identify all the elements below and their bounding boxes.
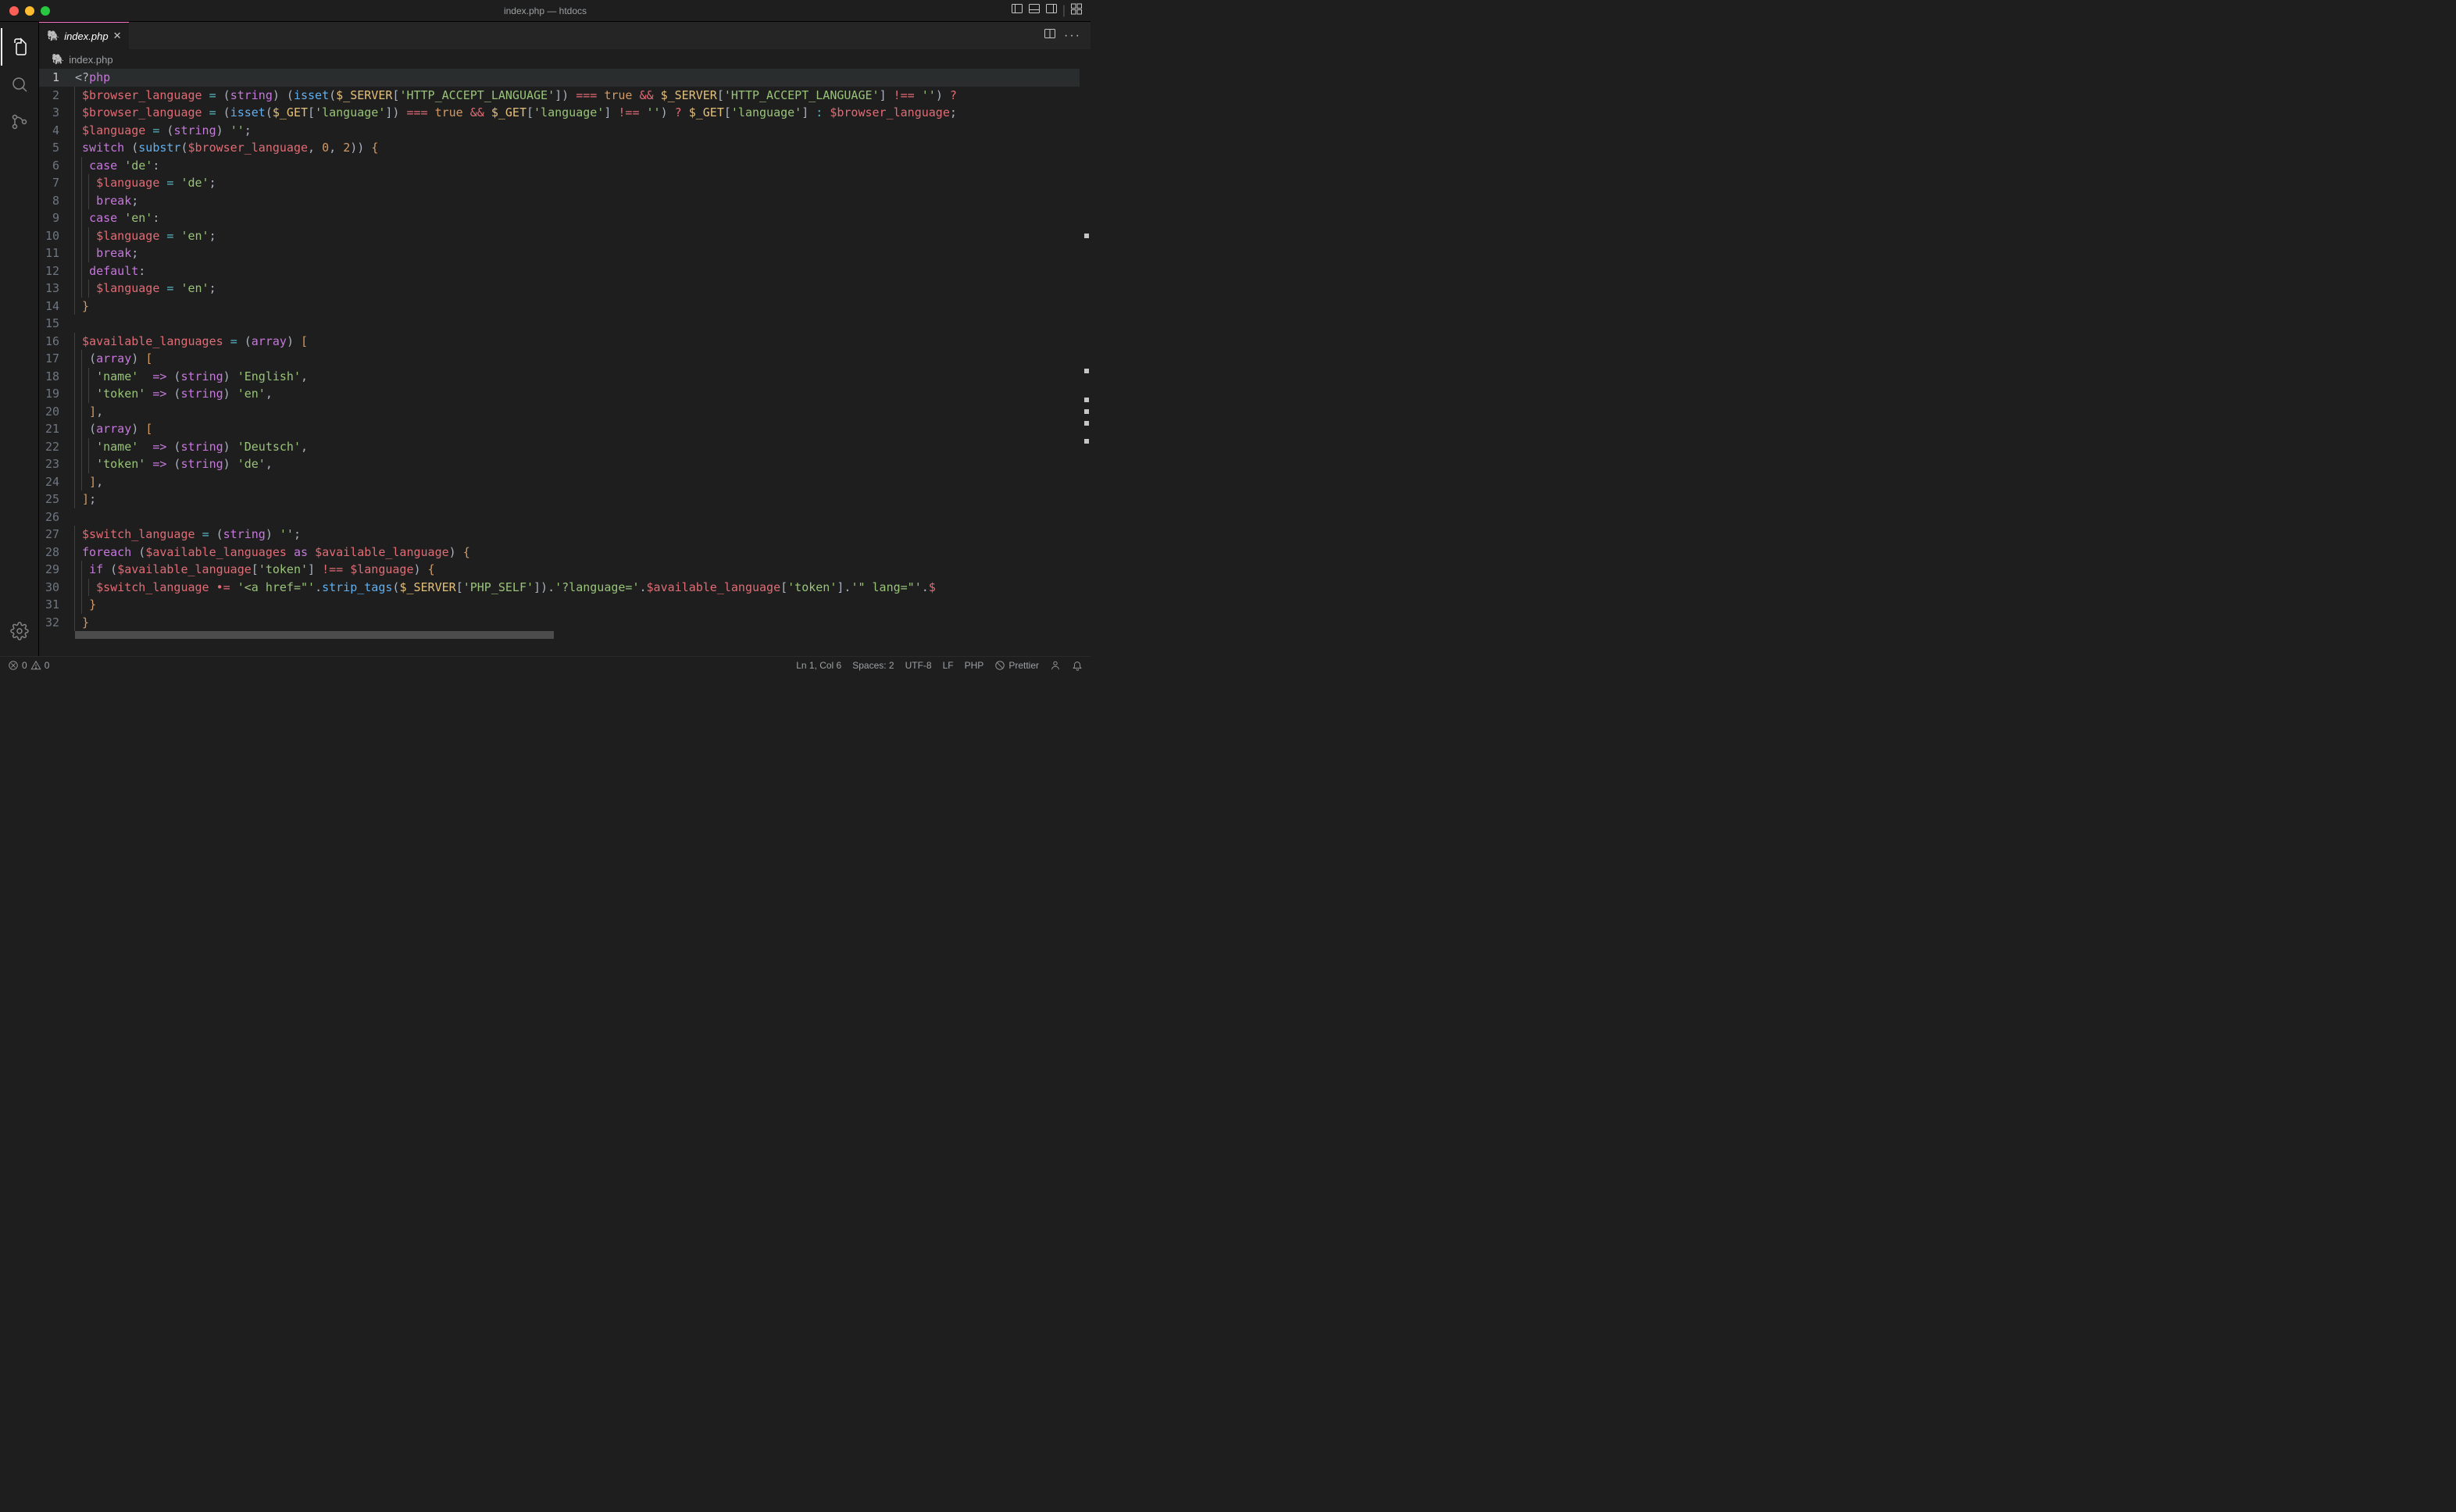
tab-index-php[interactable]: 🐘 index.php ✕ [39,22,129,49]
code-line[interactable]: 2 $browser_language = (string) (isset($_… [39,87,1080,105]
code-line[interactable]: 32 } [39,614,1080,632]
code-line[interactable]: 13 $language = 'en'; [39,280,1080,298]
code-line[interactable]: 17 (array) [ [39,350,1080,368]
split-editor-icon[interactable] [1044,27,1056,44]
code-line[interactable]: 12 default: [39,262,1080,280]
horizontal-scrollbar[interactable] [39,631,1080,639]
status-bar: 0 0 Ln 1, Col 6 Spaces: 2 UTF-8 LF PHP P… [0,656,1091,673]
code-line[interactable]: 3 $browser_language = (isset($_GET['lang… [39,104,1080,122]
code-line[interactable]: 21 (array) [ [39,420,1080,438]
layout-controls: | [1011,2,1091,19]
notifications-icon[interactable] [1072,660,1083,671]
minimize-window-button[interactable] [25,6,34,16]
editor-area: 🐘 index.php ✕ ··· 🐘 index.php 1<?php2 $b… [39,22,1091,656]
code-line[interactable]: 22 'name' => (string) 'Deutsch', [39,438,1080,456]
code-line[interactable]: 15 [39,315,1080,333]
code-line[interactable]: 18 'name' => (string) 'English', [39,368,1080,386]
feedback-icon[interactable] [1050,660,1061,671]
indentation-status[interactable]: Spaces: 2 [852,660,894,671]
code-line[interactable]: 10 $language = 'en'; [39,227,1080,245]
window-controls [0,6,50,16]
problems-status[interactable]: 0 0 [8,660,49,671]
customize-layout-icon[interactable] [1070,2,1083,19]
encoding-status[interactable]: UTF-8 [905,660,932,671]
breadcrumb[interactable]: 🐘 index.php [39,50,1091,69]
prettier-status[interactable]: Prettier [994,660,1039,671]
editor-tabs: 🐘 index.php ✕ ··· [39,22,1091,50]
code-line[interactable]: 11 break; [39,244,1080,262]
code-line[interactable]: 31 } [39,596,1080,614]
code-line[interactable]: 19 'token' => (string) 'en', [39,385,1080,403]
titlebar: index.php — htdocs | [0,0,1091,22]
code-line[interactable]: 27 $switch_language = (string) ''; [39,526,1080,544]
code-line[interactable]: 14 } [39,298,1080,316]
code-line[interactable]: 20 ], [39,403,1080,421]
toggle-secondary-sidebar-icon[interactable] [1045,2,1058,19]
toggle-panel-icon[interactable] [1028,2,1041,19]
code-line[interactable]: 28 foreach ($available_languages as $ava… [39,544,1080,562]
zoom-window-button[interactable] [41,6,50,16]
code-line[interactable]: 9 case 'en': [39,209,1080,227]
explorer-tab[interactable] [1,28,38,66]
code-line[interactable]: 29 if ($available_language['token'] !== … [39,561,1080,579]
minimap[interactable] [1080,69,1091,656]
close-tab-icon[interactable]: ✕ [113,30,122,42]
code-line[interactable]: 23 'token' => (string) 'de', [39,455,1080,473]
close-window-button[interactable] [9,6,19,16]
code-line[interactable]: 4 $language = (string) ''; [39,122,1080,140]
code-line[interactable]: 25 ]; [39,490,1080,508]
php-file-icon: 🐘 [52,53,64,66]
code-line[interactable]: 16 $available_languages = (array) [ [39,333,1080,351]
code-line[interactable]: 30 $switch_language •= '<a href="'.strip… [39,579,1080,597]
more-actions-icon[interactable]: ··· [1064,29,1081,43]
search-tab[interactable] [1,66,38,103]
language-mode-status[interactable]: PHP [965,660,984,671]
php-file-icon: 🐘 [47,30,59,42]
settings-gear-icon[interactable] [1,612,38,650]
breadcrumb-label: index.php [69,54,112,66]
code-line[interactable]: 7 $language = 'de'; [39,174,1080,192]
code-line[interactable]: 8 break; [39,192,1080,210]
window-title: index.php — htdocs [504,5,587,16]
activity-bar [0,22,39,656]
source-control-tab[interactable] [1,103,38,141]
eol-status[interactable]: LF [943,660,954,671]
code-line[interactable]: 24 ], [39,473,1080,491]
toggle-primary-sidebar-icon[interactable] [1011,2,1023,19]
tab-label: index.php [64,30,108,42]
code-line[interactable]: 1<?php [39,69,1080,87]
code-line[interactable]: 6 case 'de': [39,157,1080,175]
cursor-position[interactable]: Ln 1, Col 6 [796,660,841,671]
code-line[interactable]: 5 switch (substr($browser_language, 0, 2… [39,139,1080,157]
code-line[interactable]: 26 [39,508,1080,526]
code-editor[interactable]: 1<?php2 $browser_language = (string) (is… [39,69,1080,656]
